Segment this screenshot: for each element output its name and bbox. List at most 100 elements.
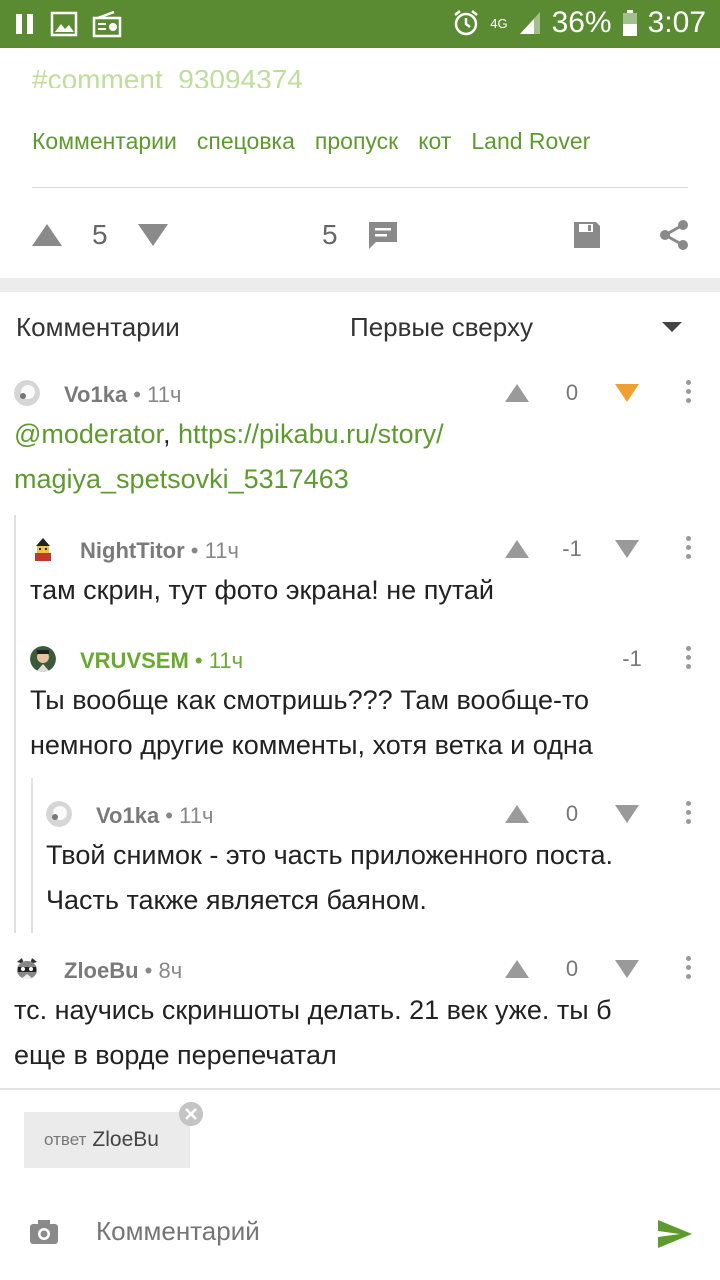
comment-author[interactable]: VRUVSEM • 11ч [80,648,243,674]
story-link-line2: magiya_spetsovki_5317463 [14,464,349,494]
tag[interactable]: кот [418,128,451,155]
comment-text-line: Твой снимок - это часть приложенного пос… [46,840,613,870]
downvote-icon [615,805,639,823]
status-bar: 4G 36% 3:07 [0,0,720,48]
reply-label: ответ [44,1130,87,1149]
radio-icon [92,10,122,38]
comment-text-line: немного другие комменты, хотя ветка и од… [30,730,593,760]
comment-score: 0 [565,380,579,405]
comment-text-line: Часть также является баяном. [46,885,427,915]
upvote-button[interactable] [504,534,530,564]
comment-score: 0 [565,956,579,981]
downvote-icon [138,224,168,246]
signal-icon [519,12,540,34]
comment: Vo1ka • 11ч 0 @moderator, https://pikabu… [0,378,720,503]
divider [32,187,688,188]
downvote-button[interactable] [614,534,640,564]
share-button[interactable] [658,208,690,262]
downvote-icon [615,540,639,558]
comment: NightTitor • 11ч -1 там скрин, тут фото … [0,534,720,614]
share-icon [660,220,688,250]
comment: VRUVSEM • 11ч -1 Ты вообще как смотришь?… [0,644,720,774]
comment-header: NightTitor • 11ч -1 [0,534,720,570]
post-upvote-button[interactable] [30,208,64,262]
sort-dropdown[interactable]: Первые сверху [350,312,533,343]
tag[interactable]: Комментарии [32,128,177,155]
avatar[interactable] [14,380,40,406]
comment-header: VRUVSEM • 11ч -1 [0,644,720,680]
downvote-button[interactable] [614,954,640,984]
comment-text: там скрин, тут фото экрана! не путай [30,575,494,605]
clock: 3:07 [647,6,706,39]
comment-text-line: еще в ворде перепечатал [14,1040,337,1070]
comment-score: -1 [562,536,582,561]
comments-header: Комментарии Первые сверху [0,292,720,362]
comment-score: -1 [622,646,642,671]
avatar[interactable] [46,801,72,827]
mention-link[interactable]: @moderator [14,419,163,449]
save-post-button[interactable] [572,208,602,262]
battery-percent: 36% [551,6,612,39]
comment-author[interactable]: Vo1ka • 11ч [96,803,213,829]
avatar[interactable] [14,956,40,982]
tag-list: Комментарии спецовка пропуск кот Land Ro… [32,128,590,155]
more-options-icon[interactable] [686,646,692,669]
post-comments-button[interactable] [366,208,400,262]
comments-title: Комментарии [16,312,180,342]
close-icon[interactable] [179,1102,203,1126]
downvote-icon [615,384,639,402]
post-comments-count: 5 [322,219,338,250]
comment: Vo1ka • 11ч 0 Твой снимок - это часть пр… [0,799,720,929]
comment-author[interactable]: ZloeBu • 8ч [64,958,182,984]
more-options-icon[interactable] [686,380,692,403]
alarm-icon [454,10,478,36]
author-name: ZloeBu [64,958,139,983]
tag[interactable]: спецовка [197,128,295,155]
comment: ZloeBu • 8ч 0 тс. научись скриншоты дела… [0,954,720,1084]
gallery-icon [50,11,78,37]
comment-author[interactable]: NightTitor • 11ч [80,538,239,564]
author-name: Vo1ka [64,382,128,407]
comment-author[interactable]: Vo1ka • 11ч [64,382,181,408]
pause-icon [16,14,33,34]
comment-text-line: Ты вообще как смотришь??? Там вообще-то [30,685,590,715]
comment-input[interactable] [96,1216,616,1247]
comment-icon [369,222,397,249]
more-options-icon[interactable] [686,956,692,979]
tag[interactable]: пропуск [315,128,398,155]
upvote-icon [505,960,529,978]
camera-icon[interactable] [28,1218,60,1246]
tag[interactable]: Land Rover [471,128,590,155]
comment-header: Vo1ka • 11ч 0 [0,799,720,835]
story-link-line1: https://pikabu.ru/story/ [178,419,444,449]
comment-time: 11ч [147,382,182,407]
chevron-down-icon[interactable] [662,322,682,332]
downvote-button[interactable] [614,799,640,829]
upvote-button[interactable] [504,799,530,829]
post-downvote-button[interactable] [136,208,170,262]
comment-time: 8ч [158,958,183,983]
author-name: VRUVSEM [80,648,189,673]
comment-time: 11ч [204,538,239,563]
comment-text: Твой снимок - это часть приложенного пос… [46,833,710,923]
comment-time: 11ч [208,648,244,673]
comment-header: ZloeBu • 8ч 0 [0,954,720,990]
upvote-icon [32,224,62,246]
upvote-icon [505,540,529,558]
upvote-button[interactable] [504,378,530,408]
section-separator [0,278,720,292]
avatar[interactable] [30,536,56,562]
comment-text-line: тс. научись скриншоты делать. 21 век уже… [14,995,612,1025]
comment-text: тс. научись скриншоты делать. 21 век уже… [14,988,710,1078]
composer-divider [0,1088,720,1090]
downvote-icon [615,960,639,978]
reply-target: ZloeBu [92,1128,159,1151]
more-options-icon[interactable] [686,801,692,824]
battery-icon [622,10,637,36]
send-icon[interactable] [656,1218,694,1250]
more-options-icon[interactable] [686,536,692,559]
avatar[interactable] [30,646,56,672]
upvote-button[interactable] [504,954,530,984]
downvote-button[interactable] [614,378,640,408]
network-type-label: 4G [490,15,508,31]
